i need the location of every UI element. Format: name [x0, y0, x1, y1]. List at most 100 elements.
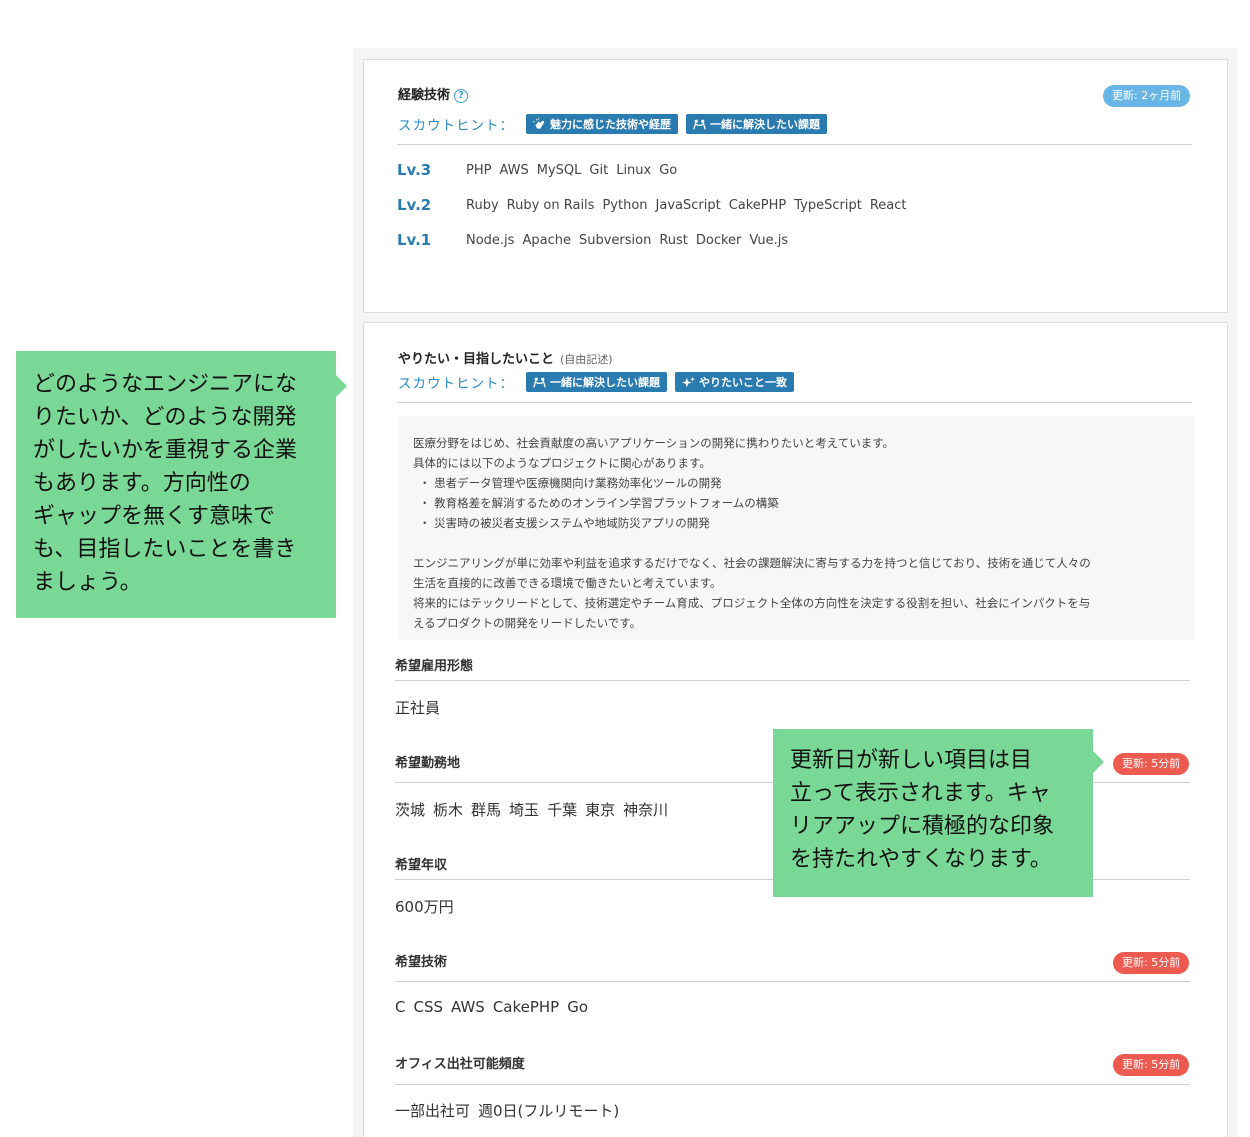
callout-line: もあります。方向性の	[33, 471, 251, 496]
tech-item: Apache	[522, 232, 571, 248]
value-item: 群馬	[471, 801, 502, 819]
value-item: 栃木	[433, 801, 464, 819]
tech-item: Docker	[695, 232, 742, 248]
divider	[397, 144, 1192, 145]
tech-item: MySQL	[536, 162, 582, 178]
salary-value: 600万円	[395, 896, 454, 917]
skills-section-title: 経験技術?	[398, 84, 469, 103]
divider	[395, 1084, 1190, 1085]
tech-item: CakePHP	[728, 197, 787, 213]
free-text-line: エンジニアリングが単に効率や利益を追求するだけでなく、社会の課題解決に寄与する力…	[413, 556, 1091, 570]
value-item: 600万円	[395, 898, 454, 916]
tech-item: PHP	[466, 162, 492, 178]
callout-line: 立って表示されます。キャ	[790, 781, 1051, 806]
hint-tag-solve-together[interactable]: 一緒に解決したい課題	[686, 114, 827, 134]
people-icon	[693, 119, 706, 130]
value-item: CSS	[413, 998, 444, 1016]
hint-tag-label: 一緒に解決したい課題	[550, 376, 660, 389]
free-text-line: 医療分野をはじめ、社会貢献度の高いアプリケーションの開発に携わりたいと考えていま…	[413, 436, 895, 450]
updated-badge-office: 更新: 5分前	[1113, 1054, 1190, 1076]
value-item: AWS	[451, 998, 485, 1016]
callout-line: 更新日が新しい項目は目	[790, 748, 1033, 773]
callout-line: も、目指したいことを書き	[33, 537, 297, 562]
skills-title: 経験技術	[398, 88, 451, 103]
value-item: 週0日(フルリモート)	[478, 1102, 620, 1120]
free-text-line: 具体的には以下のようなプロジェクトに関心があります。	[413, 456, 711, 470]
tech-item: Node.js	[466, 232, 515, 248]
level-label: Lv.2	[397, 196, 432, 214]
tech-item: Git	[589, 162, 609, 178]
divider	[395, 981, 1190, 982]
tech-item: Vue.js	[749, 232, 789, 248]
scout-hint-label: スカウトヒント：	[398, 118, 514, 134]
hint-tag-label: 一緒に解決したい課題	[710, 118, 820, 131]
value-item: 茨城	[395, 801, 426, 819]
callout-line: ギャップを無くす意味で	[33, 504, 276, 529]
callout-line: どのようなエンジニアにな	[33, 372, 298, 397]
hint-tag-goals-match[interactable]: やりたいこと一致	[675, 372, 794, 392]
wish-section-title: やりたい・目指したいこと (自由記述)	[398, 348, 613, 367]
free-text-bullet: ・ 患者データ管理や医療機関向け業務効率化ツールの開発	[419, 476, 722, 490]
location-title: 希望勤務地	[395, 756, 461, 771]
free-text-line: 将来的にはテックリードとして、技術選定やチーム育成、プロジェクト全体の方向性を決…	[413, 596, 1091, 610]
free-text-box: 医療分野をはじめ、社会貢献度の高いアプリケーションの開発に携わりたいと考えていま…	[399, 416, 1194, 640]
level-label: Lv.1	[397, 231, 432, 249]
level-label: Lv.3	[397, 161, 432, 179]
sparkle-icon	[682, 376, 695, 387]
level-row-1: Lv.1 Node.js Apache Subversion Rust Dock…	[397, 231, 788, 249]
tech-item: Subversion	[578, 232, 652, 248]
callout-line: リアアップに積極的な印象	[790, 814, 1055, 839]
level-row-3: Lv.3 PHP AWS MySQL Git Linux Go	[397, 161, 677, 179]
free-entry-note: (自由記述)	[560, 353, 613, 366]
free-text-bullet: ・ 災害時の被災者支援システムや地域防災アプリの開発	[419, 516, 710, 530]
tech-item: JavaScript	[655, 197, 721, 213]
updated-badge-tech: 更新: 5分前	[1113, 952, 1190, 974]
free-text-bullet: ・ 教育格差を解消するためのオンライン学習プラットフォームの構築	[419, 496, 779, 510]
level-tech-list: Node.js Apache Subversion Rust Docker Vu…	[466, 233, 788, 248]
callout-line: ましょう。	[33, 570, 142, 595]
level-tech-list: PHP AWS MySQL Git Linux Go	[466, 163, 677, 178]
scout-hint-label: スカウトヒント：	[398, 376, 514, 392]
callout-line: がしたいかを重視する企業	[33, 438, 298, 463]
value-item: CakePHP	[492, 998, 560, 1016]
callout-update-tip: 更新日が新しい項目は目 立って表示されます。キャ リアアップに積極的な印象 を持…	[773, 729, 1104, 897]
value-item: Go	[567, 998, 589, 1016]
hint-tag-solve-together[interactable]: 一緒に解決したい課題	[526, 372, 667, 392]
office-frequency-title: オフィス出社可能頻度	[395, 1057, 525, 1072]
tech-item: TypeScript	[794, 197, 862, 213]
tech-item: AWS	[499, 162, 529, 178]
scout-hint-row-wish: スカウトヒント： 一緒に解決したい課題 やりたいこと一致	[398, 372, 794, 392]
value-item: 千葉	[547, 801, 578, 819]
tech-item: Ruby	[466, 197, 499, 213]
employment-type-title: 希望雇用形態	[395, 659, 474, 674]
value-item: 神奈川	[623, 801, 669, 819]
updated-badge-location: 更新: 5分前	[1113, 753, 1190, 775]
tech-item: Ruby on Rails	[506, 197, 595, 213]
scout-hint-row-skills: スカウトヒント： 魅力に感じた技術や経歴 一緒に解決したい課題	[398, 114, 827, 134]
employment-type-value: 正社員	[395, 697, 440, 718]
callout-goals-tip: どのようなエンジニアにな りたいか、どのような開発 がしたいかを重視する企業 も…	[16, 351, 347, 618]
hint-tag-attractive-tech[interactable]: 魅力に感じた技術や経歴	[526, 114, 678, 134]
value-item: C	[395, 998, 406, 1016]
tech-item: Python	[602, 197, 648, 213]
free-text-line: 生活を直接的に改善できる環境で働きたいと考えています。	[413, 576, 722, 590]
desired-tech-values: C CSS AWS CakePHP Go	[395, 998, 588, 1016]
tech-item: Rust	[659, 232, 688, 248]
wish-title: やりたい・目指したいこと	[398, 352, 555, 367]
experience-skills-card	[363, 59, 1228, 313]
callout-line: を持たれやすくなります。	[790, 847, 1052, 872]
location-values: 茨城 栃木 群馬 埼玉 千葉 東京 神奈川	[395, 799, 668, 820]
people-icon	[533, 377, 546, 388]
level-tech-list: Ruby Ruby on Rails Python JavaScript Cak…	[466, 198, 907, 213]
hint-tag-label: やりたいこと一致	[699, 376, 787, 389]
callout-line: りたいか、どのような開発	[33, 405, 297, 430]
divider	[397, 402, 1192, 403]
value-item: 埼玉	[509, 801, 540, 819]
tech-item: Go	[659, 162, 678, 178]
tech-item: Linux	[616, 162, 652, 178]
salary-title: 希望年収	[395, 858, 448, 873]
tech-item: React	[869, 197, 907, 213]
help-icon[interactable]: ?	[454, 89, 469, 103]
value-item: 正社員	[395, 699, 441, 717]
